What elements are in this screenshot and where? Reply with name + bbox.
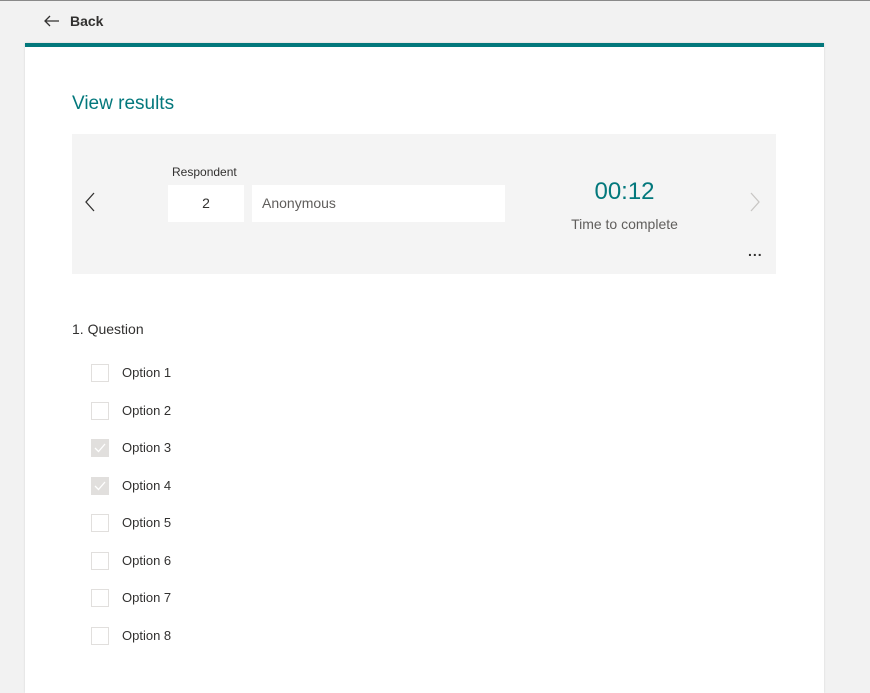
option-label: Option 4 [122, 477, 172, 493]
option-label: Option 6 [122, 552, 172, 568]
question-title: 1. Question [72, 321, 144, 337]
list-item: Option 6 [91, 551, 172, 590]
option-checkbox[interactable] [91, 401, 109, 420]
results-card: View results Respondent 2 Anonymous 00:1… [25, 43, 824, 693]
arrow-left-icon [44, 15, 60, 27]
list-item: Option 7 [91, 589, 171, 627]
chevron-right-icon[interactable] [749, 192, 761, 217]
list-item: Option 5 [91, 514, 171, 552]
top-bar: Back [0, 1, 870, 45]
option-checkbox[interactable] [91, 364, 109, 382]
option-label: Option 1 [122, 365, 172, 380]
option-label: Option 2 [122, 402, 172, 418]
page-title: View results [72, 93, 175, 114]
back-button[interactable]: Back [44, 13, 103, 29]
list-item: Option 4 [91, 476, 172, 515]
option-label: Option 7 [122, 590, 172, 605]
respondent-label: Respondent [172, 165, 237, 179]
option-label: Option 8 [122, 627, 172, 643]
option-checkbox[interactable] [91, 476, 109, 495]
more-options-button[interactable]: ... [748, 244, 763, 258]
list-item: Option 8 [91, 626, 172, 665]
respondent-number-input[interactable]: 2 [168, 185, 244, 222]
checkmark-icon [94, 443, 106, 453]
back-label: Back [70, 13, 104, 29]
option-checkbox[interactable] [91, 626, 109, 645]
checkmark-icon [94, 481, 106, 490]
option-label: Option 3 [122, 440, 172, 455]
respondent-name-field: Anonymous [252, 185, 505, 222]
list-item: Option 3 [91, 439, 171, 477]
option-checkbox[interactable] [91, 439, 109, 457]
list-item: Option 1 [91, 364, 171, 402]
completion-time-label: Time to complete [571, 216, 678, 232]
completion-time: 00:12 [594, 178, 655, 205]
chevron-left-icon[interactable] [84, 192, 96, 217]
option-checkbox[interactable] [91, 551, 109, 570]
respondent-panel: Respondent 2 Anonymous 00:12 Time to com… [72, 134, 776, 274]
options-list: Option 1 Option 2 Option 3 Option 4 Option 5… [91, 364, 171, 664]
option-checkbox[interactable] [91, 514, 109, 532]
option-checkbox[interactable] [91, 589, 109, 607]
option-label: Option 5 [122, 515, 172, 530]
list-item: Option 2 [91, 401, 172, 440]
